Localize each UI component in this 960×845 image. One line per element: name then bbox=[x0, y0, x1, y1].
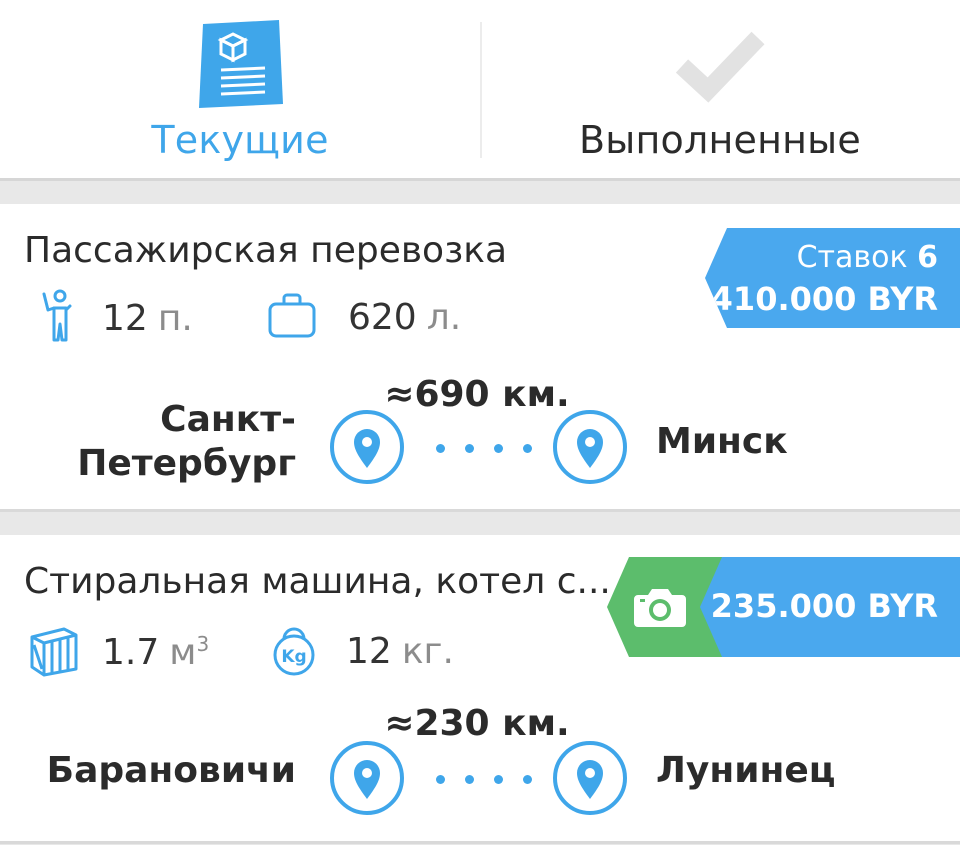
route-from-line1: Санкт- bbox=[160, 399, 296, 440]
origin-pin-icon bbox=[328, 739, 406, 821]
volume-value: 1.7 bbox=[102, 631, 160, 673]
price-value: 410.000 BYR bbox=[710, 280, 938, 318]
order-card[interactable]: Стиральная машина, котел с... 1.7 м3 Kg … bbox=[0, 535, 960, 844]
passenger-unit: п. bbox=[157, 297, 193, 339]
price-badge[interactable]: 235.000 BYR bbox=[700, 557, 960, 657]
order-tabs: Текущие Выполненные bbox=[0, 0, 960, 181]
luggage-unit: л. bbox=[426, 296, 462, 338]
luggage-icon bbox=[268, 292, 316, 342]
volume-box-icon bbox=[28, 623, 80, 681]
checkmark-icon bbox=[674, 28, 766, 108]
route-distance: ≈230 км. bbox=[384, 703, 570, 744]
passenger-count: 12 п. bbox=[38, 288, 193, 348]
weight-icon-text: Kg bbox=[281, 647, 306, 667]
weight-unit: кг. bbox=[401, 630, 454, 672]
route-from-line2: Петербург bbox=[77, 443, 296, 484]
weight-value: 12 bbox=[346, 630, 392, 672]
origin-pin-icon bbox=[328, 408, 406, 490]
volume-unit-sup: 3 bbox=[196, 631, 210, 656]
luggage-volume: 620 л. bbox=[268, 292, 461, 342]
document-box-icon bbox=[195, 18, 285, 114]
passenger-icon bbox=[38, 288, 78, 348]
cargo-volume: 1.7 м3 bbox=[28, 623, 209, 681]
destination-pin-icon bbox=[551, 408, 629, 490]
route-from: Санкт- Петербург bbox=[77, 398, 296, 486]
route-to: Минск bbox=[656, 421, 788, 462]
tab-current-label: Текущие bbox=[151, 118, 329, 162]
price-value: 235.000 BYR bbox=[710, 587, 938, 625]
cargo-weight: Kg 12 кг. bbox=[270, 621, 454, 681]
volume-unit-text: м bbox=[169, 631, 197, 673]
order-title: Стиральная машина, котел с... bbox=[24, 561, 611, 602]
route-from: Барановичи bbox=[46, 750, 296, 791]
route-dots bbox=[436, 775, 532, 784]
tab-completed-label: Выполненные bbox=[579, 118, 861, 162]
passenger-value: 12 bbox=[102, 297, 148, 339]
price-badge[interactable]: Ставок 6 410.000 BYR bbox=[705, 228, 960, 328]
order-title: Пассажирская перевозка bbox=[24, 230, 508, 271]
order-card[interactable]: Пассажирская перевозка 12 п. 620 л. Став… bbox=[0, 204, 960, 512]
volume-unit: м3 bbox=[169, 632, 209, 673]
bids-number: 6 bbox=[917, 240, 938, 275]
bids-label: Ставок bbox=[796, 240, 908, 275]
destination-pin-icon bbox=[551, 739, 629, 821]
tab-completed[interactable]: Выполненные bbox=[480, 0, 960, 178]
route-dots bbox=[436, 444, 532, 453]
tab-current[interactable]: Текущие bbox=[0, 0, 480, 178]
route-to: Лунинец bbox=[656, 750, 836, 791]
luggage-value: 620 bbox=[348, 296, 417, 338]
weight-kg-icon: Kg bbox=[270, 621, 318, 681]
bids-count: Ставок 6 bbox=[797, 240, 938, 275]
